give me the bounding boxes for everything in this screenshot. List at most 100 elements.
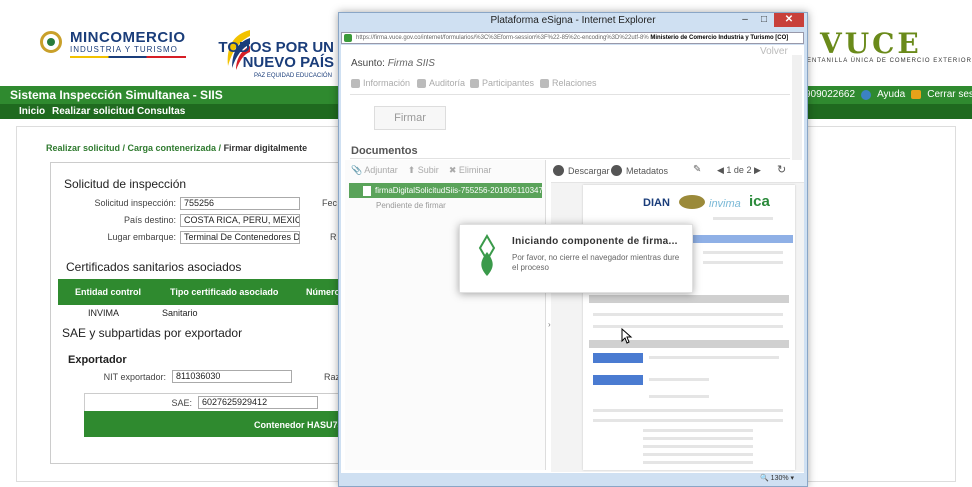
user-info: 909022662 Ayuda Cerrar sesión [805, 89, 972, 100]
document-list-item[interactable]: firmaDigitalSolicitudSiis-755256-2018051… [349, 183, 542, 198]
rotate-icon[interactable]: ↻ [777, 163, 786, 176]
coat-of-arms-icon [40, 31, 62, 53]
mincomercio-logo: MINCOMERCIO INDUSTRIA Y TURISMO [40, 29, 186, 58]
breadcrumb-path[interactable]: Realizar solicitud / Carga contenerizada… [46, 143, 224, 153]
documentos-title: Documentos [351, 145, 418, 157]
tpnp-line-2: NUEVO PAÍS [242, 54, 334, 71]
minimize-button[interactable]: – [736, 13, 754, 27]
r-label-partial: R [330, 232, 337, 242]
breadcrumb-current: Firmar digitalmente [223, 143, 308, 153]
ica-emblem-icon [679, 195, 705, 209]
mincomercio-subtitle: INDUSTRIA Y TURISMO [70, 45, 178, 54]
help-icon[interactable] [861, 89, 872, 100]
tab-auditoria[interactable]: Auditoría [417, 78, 465, 88]
loading-message: Por favor, no cierre el navegador mientr… [512, 253, 680, 272]
descargar-label: Descargar [568, 165, 610, 176]
eliminar-button[interactable]: ✖ Eliminar [449, 165, 492, 176]
ica-logo: ica [749, 193, 770, 210]
user-id: 909022662 [805, 89, 856, 100]
breadcrumb: Realizar solicitud / Carga contenerizada… [46, 143, 307, 153]
td-tipo: Sanitario [162, 308, 198, 318]
link-icon [540, 78, 549, 88]
maximize-button[interactable]: □ [755, 13, 773, 27]
vuce-subtitle: VENTANILLA ÚNICA DE COMERCIO EXTERIOR [802, 58, 972, 64]
sae-label: SAE: [171, 398, 192, 408]
asunto-value: Firma SIIS [387, 58, 435, 69]
file-icon [363, 185, 371, 196]
participants-icon [470, 78, 479, 88]
info-circle-icon [611, 165, 622, 176]
info-icon [351, 78, 360, 88]
zoom-value: 130% [770, 475, 789, 482]
logout-link[interactable]: Cerrar sesión [927, 89, 972, 100]
pending-status: Pendiente de firmar [376, 201, 446, 210]
signature-pen-icon [478, 234, 496, 276]
solicitud-label: Solicitud inspección: [94, 198, 176, 208]
loading-title: Iniciando componente de firma... [512, 236, 678, 247]
lock-icon [344, 34, 352, 42]
solicitud-field[interactable]: 755256 [180, 197, 300, 210]
asunto-label: Asunto: [351, 58, 385, 69]
sae-field[interactable]: 6027625929412 [198, 396, 318, 409]
page-indicator: 1 de 2 [726, 165, 752, 175]
td-entidad: INVIMA [88, 308, 120, 318]
nit-label: NIT exportador: [103, 372, 166, 382]
tab-divider [350, 94, 790, 95]
tab-participantes-label: Participantes [482, 78, 535, 88]
subir-button[interactable]: ⬆ Subir [408, 165, 439, 176]
th-entidad: Entidad control [75, 287, 141, 297]
address-bar[interactable]: https://firma.vuce.gov.co/internet/formu… [341, 32, 804, 44]
documentos-divider [350, 158, 790, 159]
tpnp-line-1: TODOS POR UN [218, 39, 334, 56]
page-navigator[interactable]: ◀ 1 de 2 ▶ [717, 165, 761, 176]
pais-label: País destino: [123, 215, 176, 225]
edit-pencil-icon[interactable]: ✎ [693, 164, 701, 175]
lugar-field[interactable]: Terminal De Contenedores De Carta [180, 231, 300, 244]
section-exportador-title: Exportador [68, 354, 127, 366]
th-numero: Número [306, 287, 341, 297]
nav-consultas[interactable]: Consultas [137, 106, 185, 117]
invima-logo: invima [709, 198, 741, 210]
section-sae-title: SAE y subpartidas por exportador [62, 326, 243, 340]
url-text: https://firma.vuce.gov.co/internet/formu… [356, 35, 649, 41]
fecha-label-partial: Fec [322, 198, 338, 208]
tpnp-line-3: PAZ EQUIDAD EDUCACIÓN [254, 73, 332, 79]
file-name: firmaDigitalSolicitudSiis-755256-2018051… [375, 186, 542, 195]
download-icon [553, 165, 564, 176]
volver-link[interactable]: Volver [760, 46, 788, 57]
section-certificados-title: Certificados sanitarios asociados [66, 260, 242, 274]
vuce-title: VUCE [820, 27, 922, 60]
document-toolbar: 📎 Adjuntar ⬆ Subir ✖ Eliminar [351, 165, 491, 176]
help-link[interactable]: Ayuda [877, 89, 905, 100]
th-tipo: Tipo certificado asociado [170, 287, 279, 297]
adjuntar-button[interactable]: 📎 Adjuntar [351, 165, 398, 176]
logout-icon[interactable] [911, 90, 922, 99]
system-title: Sistema Inspección Simultanea - SIIS [10, 88, 223, 102]
nav-inicio[interactable]: Inicio [19, 106, 45, 117]
lugar-label: Lugar embarque: [107, 232, 176, 242]
pais-field[interactable]: COSTA RICA, PERU, MEXICO, [180, 214, 300, 227]
tab-informacion[interactable]: Información [351, 78, 410, 88]
tab-relaciones-label: Relaciones [552, 78, 597, 88]
zoom-level[interactable]: 🔍 130% ▾ [760, 474, 794, 482]
nit-field[interactable]: 811036030 [172, 370, 292, 383]
mincomercio-title: MINCOMERCIO [70, 29, 186, 46]
todos-por-un-nuevo-pais-logo: TODOS POR UN NUEVO PAÍS PAZ EQUIDAD EDUC… [218, 24, 340, 79]
tab-auditoria-label: Auditoría [429, 78, 466, 88]
tab-informacion-label: Información [363, 78, 411, 88]
mouse-cursor-icon [621, 328, 633, 344]
descargar-button[interactable]: Descargar [553, 165, 610, 176]
section-solicitud-title: Solicitud de inspección [64, 177, 187, 191]
tab-relaciones[interactable]: Relaciones [540, 78, 597, 88]
dian-logo: DIAN [643, 197, 670, 209]
firmar-button[interactable]: Firmar [374, 106, 446, 130]
nav-realizar-solicitud[interactable]: Realizar solicitud [52, 106, 134, 117]
close-button[interactable]: ✕ [774, 13, 804, 27]
asunto: Asunto: Firma SIIS [351, 58, 435, 69]
metadatos-button[interactable]: Metadatos [611, 165, 668, 176]
metadatos-label: Metadatos [626, 165, 669, 176]
audit-icon [417, 78, 426, 88]
tab-participantes[interactable]: Participantes [470, 78, 534, 88]
site-identity: Ministerio de Comercio Industria y Turis… [650, 35, 789, 41]
vuce-logo: VUCE VENTANILLA ÚNICA DE COMERCIO EXTERI… [802, 27, 972, 65]
